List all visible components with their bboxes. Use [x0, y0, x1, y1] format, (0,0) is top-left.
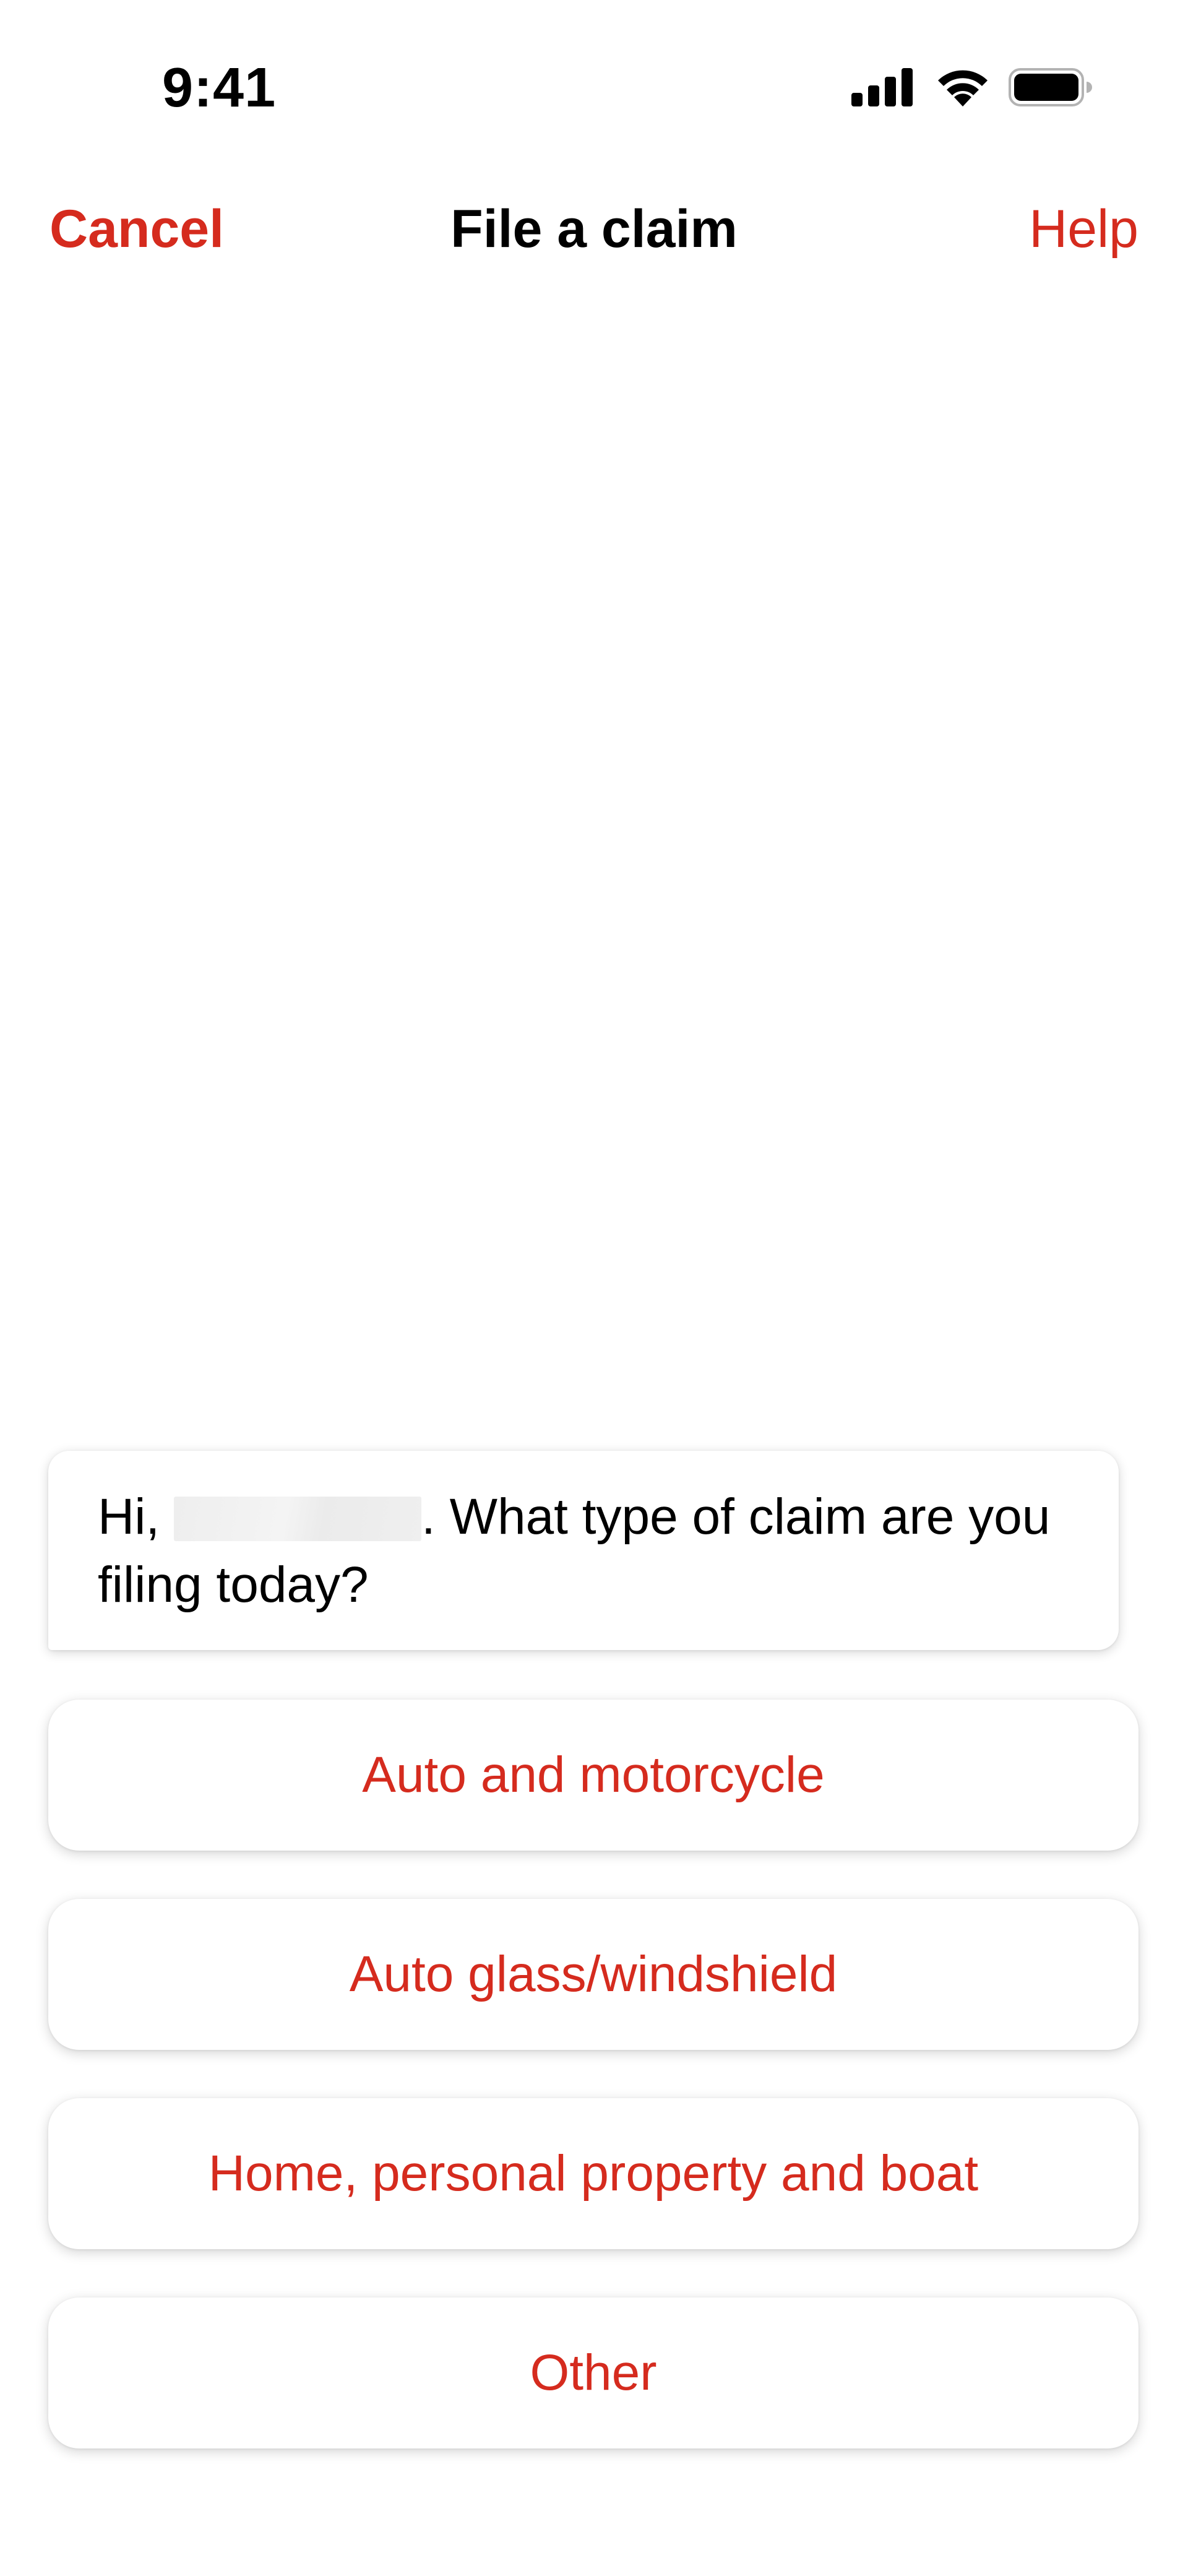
battery-icon [1009, 68, 1092, 106]
option-other[interactable]: Other [48, 2297, 1138, 2448]
greeting-prefix: Hi, [98, 1489, 160, 1545]
claim-type-options: Auto and motorcycle Auto glass/windshiel… [48, 1700, 1138, 2497]
wifi-icon [938, 70, 988, 106]
option-home-personal-property-boat[interactable]: Home, personal property and boat [48, 2098, 1138, 2249]
help-button[interactable]: Help [1029, 198, 1138, 260]
redacted-user-name [174, 1497, 422, 1541]
status-bar: 9:41 [0, 0, 1188, 142]
option-auto-and-motorcycle[interactable]: Auto and motorcycle [48, 1700, 1138, 1851]
status-icons [851, 67, 1093, 110]
cellular-signal-icon [851, 68, 913, 106]
status-time: 9:41 [162, 57, 277, 119]
chat-bubble: Hi, . What type of claim are you filing … [48, 1451, 1119, 1650]
option-auto-glass-windshield[interactable]: Auto glass/windshield [48, 1899, 1138, 2050]
navigation-bar: File a claim Cancel Help [0, 186, 1188, 272]
cancel-button[interactable]: Cancel [50, 198, 224, 260]
